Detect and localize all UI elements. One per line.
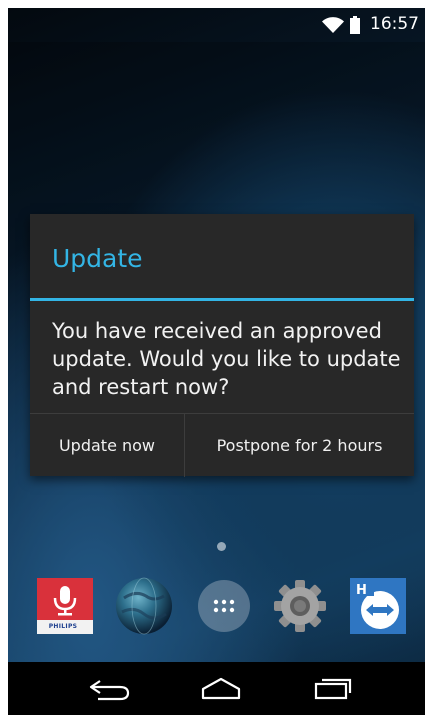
update-now-button[interactable]: Update now xyxy=(30,414,185,477)
dialog-title-divider xyxy=(30,298,414,301)
back-icon[interactable] xyxy=(84,672,134,704)
globe-app-icon[interactable] xyxy=(114,576,174,636)
update-dialog: Update You have received an approved upd… xyxy=(30,214,414,477)
dialog-message: You have received an approved update. Wo… xyxy=(52,319,401,399)
status-bar: 16:57 xyxy=(8,8,425,42)
recents-icon[interactable] xyxy=(308,672,358,704)
home-icon[interactable] xyxy=(196,672,246,704)
dialog-button-bar: Update now Postpone for 2 hours xyxy=(30,413,414,477)
svg-text:H: H xyxy=(356,583,367,598)
phone-screen: 16:57 PHILIPS H Update You have received… xyxy=(8,8,425,715)
dialog-title: Update xyxy=(52,244,143,273)
navigation-bar xyxy=(8,662,425,715)
philips-app-icon[interactable]: PHILIPS xyxy=(35,576,95,636)
postpone-button[interactable]: Postpone for 2 hours xyxy=(185,414,414,477)
wifi-icon xyxy=(322,17,344,33)
app-drawer-icon[interactable] xyxy=(194,576,254,636)
teamviewer-app-icon[interactable]: H xyxy=(348,576,408,636)
battery-icon xyxy=(350,16,360,34)
philips-label: PHILIPS xyxy=(48,623,78,630)
status-clock: 16:57 xyxy=(370,14,419,34)
settings-gear-icon[interactable] xyxy=(270,576,330,636)
page-indicator xyxy=(217,542,226,551)
